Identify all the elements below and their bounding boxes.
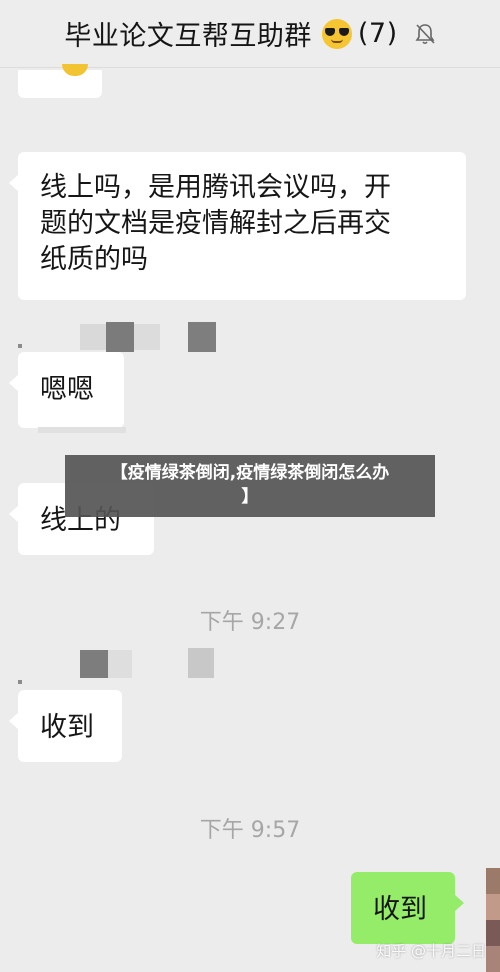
timestamp: 下午 9:57	[199, 818, 301, 843]
message-bubble[interactable]: 线上吗，是用腾讯会议吗，开 题的文档是疫情解封之后再交 纸质的吗	[9, 152, 466, 300]
message-text-line: 纸质的吗	[40, 244, 148, 275]
message-bubble[interactable]: 收到	[9, 690, 122, 762]
my-avatar[interactable]	[486, 868, 500, 972]
message-bubble[interactable]: 嗯嗯	[9, 352, 124, 428]
partial-message-bubble	[18, 64, 102, 98]
overlay-title-line: 】	[241, 487, 259, 507]
message-text: 收到	[40, 712, 94, 743]
partial-emoji-icon	[62, 64, 88, 76]
chat-header: 毕业论文互帮互助群 (7)	[0, 0, 500, 68]
bubble-shadow	[38, 427, 126, 433]
overlay-title-line: 【疫情绿茶倒闭,疫情绿茶倒闭怎么办	[110, 463, 390, 483]
watermark: 知乎 @十月二日	[376, 942, 486, 960]
message-text: 收到	[373, 894, 427, 925]
member-count: (7)	[357, 18, 398, 49]
message-text: 嗯嗯	[40, 374, 94, 405]
timestamp: 下午 9:27	[199, 610, 301, 635]
message-text-line: 线上吗，是用腾讯会议吗，开	[40, 172, 391, 203]
sunglasses-emoji-icon	[321, 18, 352, 49]
chat-title[interactable]: 毕业论文互帮互助群 (7)	[64, 14, 435, 53]
outgoing-message-bubble[interactable]: 收到	[351, 872, 464, 944]
bell-mute-icon	[415, 23, 435, 44]
article-title-overlay: 【疫情绿茶倒闭,疫情绿茶倒闭怎么办 】	[65, 455, 435, 517]
group-name: 毕业论文互帮互助群	[64, 21, 312, 52]
message-text-line: 题的文档是疫情解封之后再交	[40, 208, 391, 239]
